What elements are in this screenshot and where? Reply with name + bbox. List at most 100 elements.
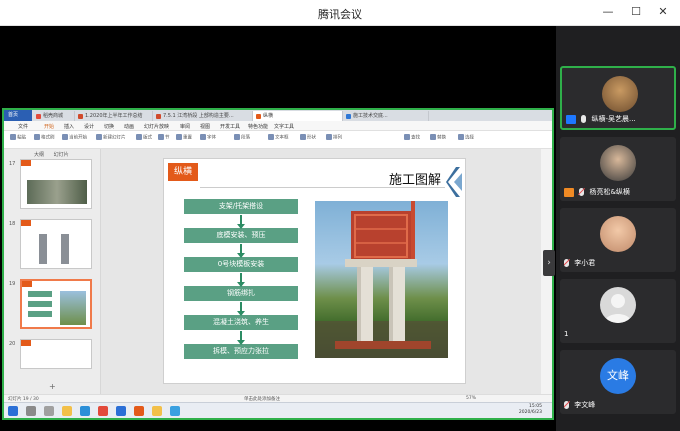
font-icon (200, 134, 206, 140)
folder-icon[interactable] (152, 406, 162, 416)
thumb-image (61, 234, 69, 264)
ribbon-button[interactable]: 排列 (326, 134, 342, 141)
slide-canvas[interactable]: 纵横 施工图解 支架/托架搭设 底模安装、预压 0号块模板安装 钢筋绑扎 混凝土… (163, 158, 466, 384)
slide-number: 17 (9, 161, 16, 167)
ribbon-button[interactable]: 字体 (200, 134, 216, 141)
menu-item[interactable]: 幻灯片放映 (144, 123, 169, 130)
menu-item[interactable]: 文件 (18, 123, 28, 130)
close-icon[interactable]: ✕ (655, 4, 671, 20)
ribbon-button[interactable]: 当前开始 (62, 134, 87, 141)
ribbon-button[interactable]: 选择 (458, 134, 474, 141)
textbox-icon (268, 134, 274, 140)
wps-tab[interactable]: 1.2020年上半年工作总结 (75, 111, 153, 121)
step-box: 底模安装、预压 (184, 228, 298, 243)
replace-icon (430, 134, 436, 140)
menu-item[interactable]: 设计 (84, 123, 94, 130)
ribbon-button[interactable]: 替换 (430, 134, 446, 141)
step-box: 支架/托架搭设 (184, 199, 298, 214)
avatar-text: 文峰 (600, 358, 636, 394)
menu-item[interactable]: 开发工具 (220, 123, 240, 130)
ribbon-button[interactable]: 格式刷 (34, 134, 55, 141)
search-icon[interactable] (26, 406, 36, 416)
app-icon[interactable] (170, 406, 180, 416)
ribbon-button[interactable]: 版式 (136, 134, 152, 141)
ribbon-button[interactable]: 新建幻灯片 (96, 134, 126, 141)
tab-slides[interactable]: 幻灯片 (54, 152, 69, 158)
menu-item[interactable]: 特色功能 (248, 123, 268, 130)
participant-tile[interactable]: 文峰 李文峰 (560, 350, 676, 414)
menu-item[interactable]: 文字工具 (274, 123, 294, 130)
menu-item[interactable]: 动画 (124, 123, 134, 130)
cohost-icon (564, 187, 574, 197)
shared-screen: 首页 稻壳商城 1.2020年上半年工作总结 7.5.1 江湾桥段 上部构造主要… (2, 108, 554, 420)
slide-badge: 纵横 (168, 163, 198, 181)
thumb-panel-tabs: 大纲 幻灯片 (34, 151, 77, 158)
maximize-icon[interactable]: ☐ (628, 4, 644, 20)
wps-tab[interactable]: 7.5.1 江湾桥段 上部构造主要... (153, 111, 253, 121)
ribbon-button[interactable]: 重置 (176, 134, 192, 141)
ribbon-button[interactable]: 段落 (234, 134, 250, 141)
step-box: 0号块模板安装 (184, 257, 298, 272)
avatar-placeholder (600, 287, 636, 323)
paragraph-icon (234, 134, 240, 140)
reset-icon (176, 134, 182, 140)
participant-tile[interactable]: 李小君 (560, 208, 676, 272)
ribbon-button[interactable]: 形状 (300, 134, 316, 141)
select-icon (458, 134, 464, 140)
slide-thumbnail-selected[interactable] (20, 279, 92, 329)
menu-item[interactable]: 视图 (200, 123, 210, 130)
thumb-badge (21, 160, 31, 166)
wps-tab[interactable]: 稻壳商城 (33, 111, 75, 121)
doc-icon (36, 114, 41, 119)
step-box: 钢筋绑扎 (184, 286, 298, 301)
browser-icon[interactable] (80, 406, 90, 416)
slide-thumbnail[interactable] (20, 339, 92, 369)
step-arrow-icon (237, 273, 245, 287)
participant-name: 1 (564, 330, 569, 338)
taskview-icon[interactable] (44, 406, 54, 416)
menu-item[interactable]: 插入 (64, 123, 74, 130)
add-slide-icon[interactable]: + (49, 382, 56, 391)
slide-editor: 纵横 施工图解 支架/托架搭设 底模安装、预压 0号块模板安装 钢筋绑扎 混凝土… (101, 149, 541, 394)
meeting-icon[interactable] (116, 406, 126, 416)
wps-icon[interactable] (98, 406, 108, 416)
zoom-level[interactable]: 57% (466, 396, 476, 401)
participant-tile[interactable]: 纵横-吴艺晨... (560, 66, 676, 130)
menu-item[interactable]: 开始 (44, 123, 54, 130)
step-box: 混凝土浇筑、养生 (184, 315, 298, 330)
slide-thumbnail[interactable] (20, 219, 92, 269)
doc-icon (156, 114, 161, 119)
slide-number: 20 (9, 341, 16, 347)
participant-panel: 纵横-吴艺晨... 杨亮松&纵横 李小君 1 文峰 李文峰 (556, 26, 680, 431)
menu-item[interactable]: 切换 (104, 123, 114, 130)
ppt-taskbar-icon[interactable] (134, 406, 144, 416)
new-slide-icon (96, 134, 102, 140)
ribbon-button[interactable]: 节 (158, 134, 170, 141)
menu-item[interactable]: 审阅 (180, 123, 190, 130)
avatar (600, 216, 636, 252)
minimize-icon[interactable]: — (600, 4, 616, 20)
wps-tab-strip: 首页 稻壳商城 1.2020年上半年工作总结 7.5.1 江湾桥段 上部构造主要… (4, 110, 552, 121)
start-icon[interactable] (8, 406, 18, 416)
collapse-panel-icon[interactable]: › (543, 250, 555, 276)
tab-outline[interactable]: 大纲 (34, 152, 44, 158)
wps-home-tab[interactable]: 首页 (4, 110, 32, 121)
wps-tab-active[interactable]: 纵横 (253, 111, 343, 121)
mic-muted-icon (564, 259, 569, 267)
participant-tile[interactable]: 1 (560, 279, 676, 343)
ribbon-button[interactable]: 文本框 (268, 134, 289, 141)
participant-tile[interactable]: 杨亮松&纵横 (560, 137, 676, 201)
construction-steps: 支架/托架搭设 底模安装、预压 0号块模板安装 钢筋绑扎 混凝土浇筑、养生 拆模… (184, 199, 304, 373)
wps-tab[interactable]: 施工技术交底... (343, 111, 429, 121)
wps-status-bar: 幻灯片 19 / 30 单击此处添加备注 57% (4, 394, 552, 402)
avatar (602, 76, 638, 112)
mic-muted-icon (579, 188, 585, 196)
wps-menu-bar: 文件 开始 插入 设计 切换 动画 幻灯片放映 审阅 视图 开发工具 特色功能 … (4, 121, 552, 131)
slide-thumbnail[interactable] (20, 159, 92, 209)
ribbon-button[interactable]: 查找 (404, 134, 420, 141)
ribbon-button[interactable]: 粘贴 (10, 134, 26, 141)
user-icon (604, 294, 632, 323)
explorer-icon[interactable] (62, 406, 72, 416)
paste-icon (10, 134, 16, 140)
windows-taskbar: 15:05 2020/6/23 (4, 402, 552, 418)
